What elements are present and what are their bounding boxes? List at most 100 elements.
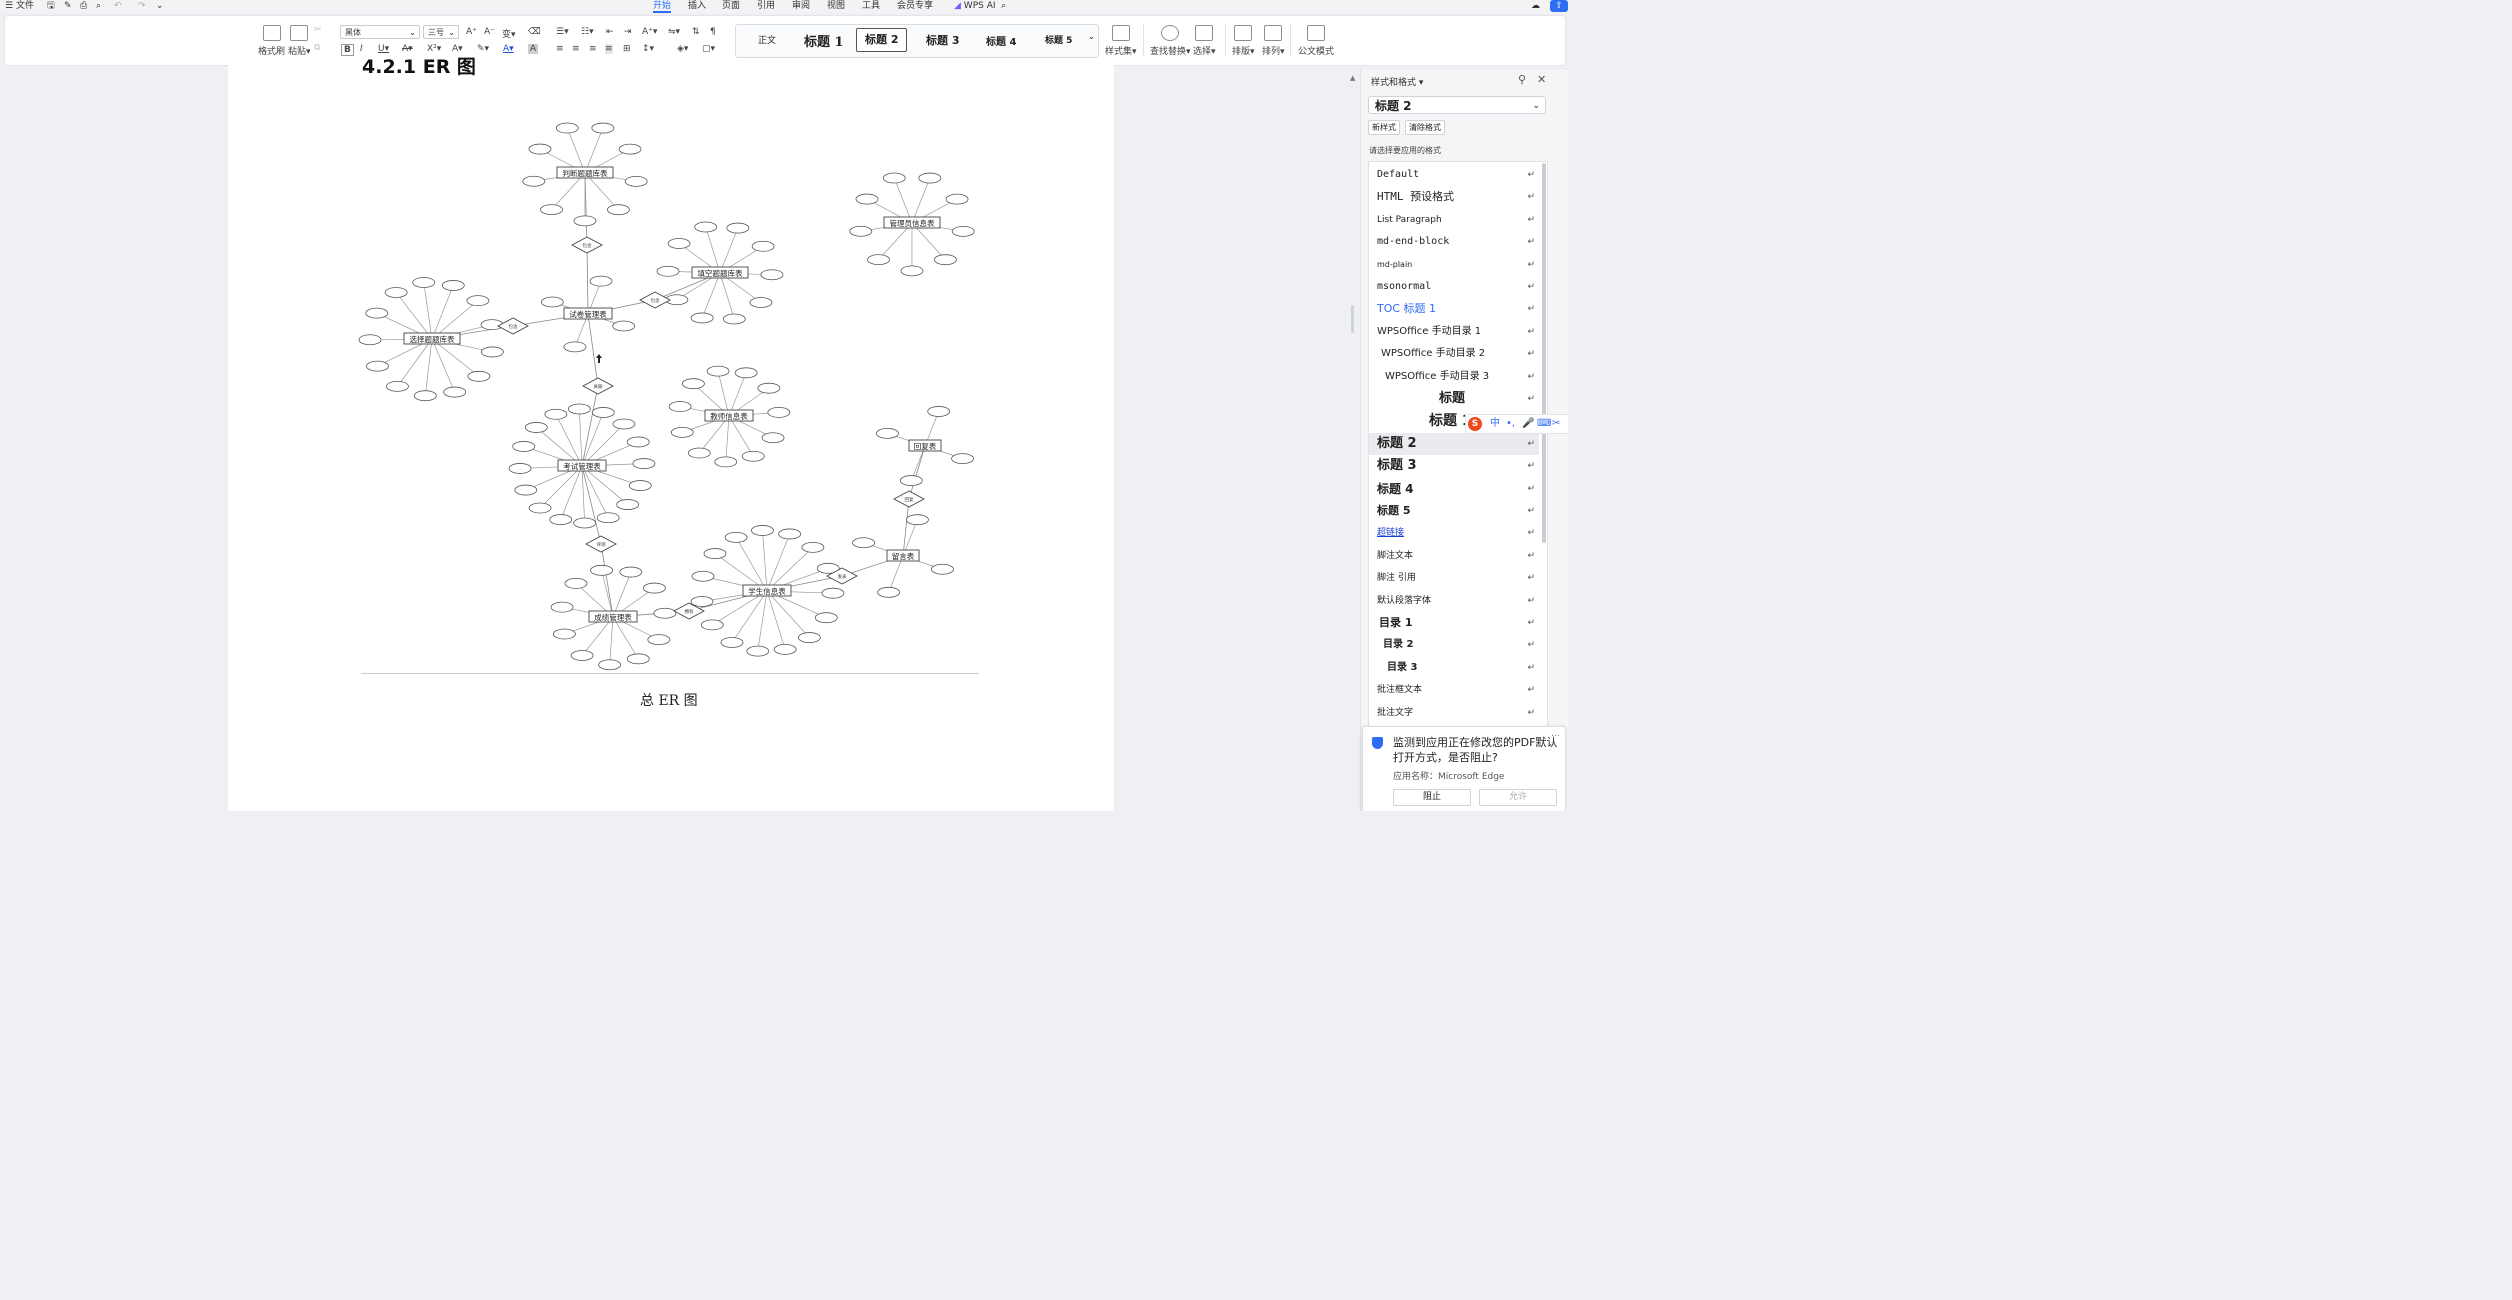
font-family-select[interactable]: 黑体 ⌄ [340, 25, 420, 39]
ime-mode[interactable]: 中 [1490, 415, 1500, 433]
style-item[interactable]: msonormal ↵ [1369, 276, 1539, 298]
style-item[interactable]: 标题 2 ↵ [1369, 432, 1539, 455]
scroll-up-icon[interactable]: ▲ [1350, 74, 1355, 82]
keyboard-icon[interactable]: ⌨ [1537, 415, 1551, 433]
arrange-button[interactable]: 排列▾ [1262, 25, 1285, 57]
style-item[interactable]: 标题 3 ↵ [1369, 455, 1539, 477]
paste-button[interactable]: 粘贴▾ [288, 25, 311, 57]
more-icon[interactable]: ⌄ [156, 0, 164, 12]
style-item[interactable]: TOC 标题 1 ↵ [1369, 298, 1539, 320]
wps-ai-button[interactable]: ◢ WPS AI [954, 0, 996, 12]
pin-icon[interactable]: ⚲ [1518, 73, 1526, 86]
shading-icon[interactable]: ◈▾ [677, 44, 688, 54]
indent-icon[interactable]: ⇥ [624, 27, 632, 37]
scroll-thumb[interactable] [1351, 305, 1354, 333]
show-marks-icon[interactable]: ¶ [710, 27, 716, 37]
style-item[interactable]: 目录 1 ↵ [1369, 612, 1539, 634]
account-icon[interactable]: ⇪ [1550, 0, 1568, 12]
tab-references[interactable]: 引用 [757, 0, 775, 12]
style-item[interactable]: WPSOffice 手动目录 1 ↵ [1369, 321, 1539, 343]
border-icon[interactable]: ▢▾ [702, 44, 715, 54]
allow-button[interactable]: 允许 [1479, 789, 1557, 806]
file-menu[interactable]: ☰ 文件 [5, 0, 34, 12]
style-item[interactable]: 标题 ↵ [1369, 388, 1539, 410]
style-item[interactable]: 批注文字 ↵ [1369, 702, 1539, 724]
cut-icon[interactable]: ✂ [314, 25, 322, 35]
tab-page[interactable]: 页面 [722, 0, 740, 12]
style-heading-3[interactable]: 标题 3 [926, 32, 959, 48]
share-icon[interactable]: ✎ [64, 0, 72, 12]
clear-format-icon[interactable]: ⌫ [528, 27, 541, 37]
style-heading-5[interactable]: 标题 5 [1045, 33, 1072, 46]
undo-icon[interactable]: ↶ [114, 0, 122, 12]
official-mode-button[interactable]: 公文模式 [1298, 25, 1334, 57]
line-spacing-icon[interactable]: ↕▾ [642, 44, 654, 54]
style-heading-1[interactable]: 标题 1 [804, 31, 844, 50]
text-direction-icon[interactable]: A⁺▾ [642, 27, 657, 37]
sogou-icon[interactable]: S [1468, 417, 1482, 431]
font-color-icon[interactable]: A▾ [503, 44, 514, 54]
numbering-icon[interactable]: ☷▾ [581, 27, 594, 37]
new-style-button[interactable]: 新样式 [1368, 120, 1400, 135]
select-button[interactable]: 选择▾ [1193, 25, 1216, 57]
highlight-icon[interactable]: ✎▾ [477, 44, 489, 54]
style-item[interactable]: List Paragraph ↵ [1369, 209, 1539, 231]
tab-view[interactable]: 视图 [827, 0, 845, 12]
search-icon[interactable]: ⌕ [1001, 0, 1006, 12]
style-heading-2[interactable]: 标题 2 [856, 28, 908, 52]
document-scrollbar[interactable]: ▲ [1348, 70, 1358, 811]
copy-icon[interactable]: ⧉ [314, 43, 320, 53]
style-list-scrollbar[interactable] [1542, 163, 1546, 543]
justify-icon[interactable]: ≡ [605, 44, 613, 54]
style-item[interactable]: WPSOffice 手动目录 2 ↵ [1369, 343, 1539, 365]
redo-icon[interactable]: ↷ [138, 0, 146, 12]
style-item[interactable]: 默认段落字体 ↵ [1369, 590, 1539, 612]
style-item[interactable]: 脚注 引用 ↵ [1369, 567, 1539, 589]
distributed-icon[interactable]: ⊞ [623, 44, 631, 54]
grow-font-icon[interactable]: A⁺ [466, 27, 477, 37]
style-item[interactable]: md-plain ↵ [1369, 254, 1539, 276]
style-set-button[interactable]: 样式集▾ [1105, 25, 1137, 57]
close-icon[interactable]: ✕ [1537, 73, 1546, 86]
tab-member[interactable]: 会员专享 [897, 0, 933, 12]
asian-layout-icon[interactable]: ⇋▾ [668, 27, 680, 37]
style-item[interactable]: md-end-block ↵ [1369, 231, 1539, 253]
print-icon[interactable]: ⎙ [80, 0, 87, 12]
style-item[interactable]: Default ↵ [1369, 164, 1539, 186]
style-heading-4[interactable]: 标题 4 [986, 33, 1016, 48]
font-size-select[interactable]: 三号 ⌄ [423, 25, 459, 39]
sort-icon[interactable]: ⇅ [692, 27, 700, 37]
style-item[interactable]: 超链接 ↵ [1369, 522, 1539, 544]
tab-tools[interactable]: 工具 [862, 0, 880, 12]
align-right-icon[interactable]: ≡ [589, 44, 597, 54]
style-item[interactable]: 标题 4 ↵ [1369, 478, 1539, 500]
style-item[interactable]: 标题 5 ↵ [1369, 500, 1539, 522]
tab-home[interactable]: 开始 [653, 0, 672, 13]
cloud-icon[interactable]: ☁ [1531, 0, 1540, 12]
punctuation-icon[interactable]: •, [1506, 415, 1515, 433]
gallery-expand-icon[interactable]: ⌄ [1088, 32, 1095, 41]
shrink-font-icon[interactable]: A⁻ [484, 27, 495, 37]
skin-icon[interactable]: ✂ [1552, 415, 1560, 433]
block-button[interactable]: 阻止 [1393, 789, 1471, 806]
style-item[interactable]: 目录 3 ↵ [1369, 657, 1539, 679]
outdent-icon[interactable]: ⇤ [606, 27, 614, 37]
find-replace-button[interactable]: 查找替换▾ [1150, 25, 1191, 57]
clear-format-button[interactable]: 清除格式 [1405, 120, 1445, 135]
style-item[interactable]: HTML 预设格式 ↵ [1369, 186, 1539, 208]
bullets-icon[interactable]: ☰▾ [556, 27, 569, 37]
save-icon[interactable]: 🖫 [47, 0, 55, 12]
style-item[interactable]: 脚注文本 ↵ [1369, 545, 1539, 567]
align-center-icon[interactable]: ≡ [572, 44, 580, 54]
style-item[interactable]: WPSOffice 手动目录 3 ↵ [1369, 366, 1539, 388]
tab-insert[interactable]: 插入 [688, 0, 706, 12]
align-left-icon[interactable]: ≡ [556, 44, 564, 54]
style-item[interactable]: 目录 2 ↵ [1369, 634, 1539, 656]
tab-review[interactable]: 审阅 [792, 0, 810, 12]
char-shading-icon[interactable]: A [528, 44, 539, 54]
style-item[interactable]: 批注框文本 ↵ [1369, 679, 1539, 701]
format-painter-button[interactable]: 格式刷 [258, 25, 285, 57]
phonetic-icon[interactable]: 变▾ [502, 27, 516, 40]
current-style-select[interactable]: 标题 2 ⌄ [1368, 96, 1546, 114]
layout-button[interactable]: 排版▾ [1232, 25, 1255, 57]
